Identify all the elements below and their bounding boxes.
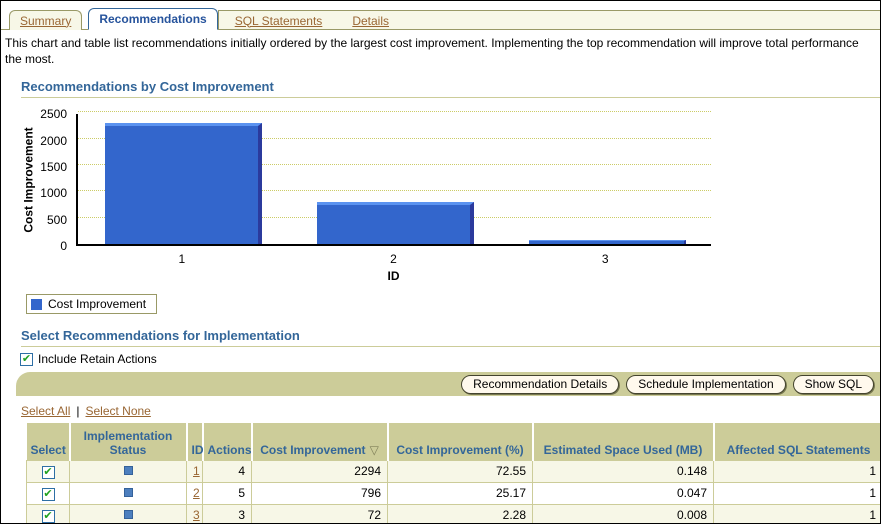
include-retain-label: Include Retain Actions <box>38 352 157 366</box>
recommendation-id-link[interactable]: 1 <box>193 464 200 478</box>
select-links-separator: | <box>76 404 79 418</box>
action-toolbar: Recommendation Details Schedule Implemen… <box>16 372 880 396</box>
column-header-label: Implementation Status <box>84 429 173 457</box>
estimated-space-value: 0.008 <box>533 504 714 524</box>
affected-sql-value: 1 <box>714 504 881 524</box>
table-row: ✔ 2579625.170.0471 <box>27 482 881 504</box>
recommendation-id-link[interactable]: 3 <box>193 508 200 522</box>
column-header-label: Cost Improvement (%) <box>396 443 523 457</box>
table-header: SelectImplementation StatusIDActionsCost… <box>27 423 881 460</box>
affected-sql-value: 1 <box>714 460 881 482</box>
tab-details[interactable]: Details <box>352 14 389 28</box>
include-retain-row: ✔ Include Retain Actions <box>20 352 880 366</box>
column-header-cost-improvement[interactable]: Cost Improvement (%) <box>388 423 533 460</box>
tab-summary[interactable]: Summary <box>9 10 82 30</box>
chart-section-rule <box>21 97 880 98</box>
chart-x-tick-label: 2 <box>349 252 439 266</box>
estimated-space-value: 0.148 <box>533 460 714 482</box>
chart-legend: Cost Improvement <box>26 294 157 314</box>
chart-bar <box>105 123 262 244</box>
column-header-label: ID <box>192 443 204 457</box>
column-header-affected-sql-statements[interactable]: Affected SQL Statements <box>714 423 881 460</box>
cost-improvement-value: 72 <box>252 504 388 524</box>
select-all-link[interactable]: Select All <box>21 404 70 418</box>
cost-improvement-value: 796 <box>252 482 388 504</box>
column-header-id[interactable]: ID <box>187 423 203 460</box>
chart-x-axis-title: ID <box>354 269 434 283</box>
column-header-label: Actions <box>208 443 252 457</box>
tab-sql-statements[interactable]: SQL Statements <box>235 14 323 28</box>
column-header-select[interactable]: Select <box>27 423 70 460</box>
chart-y-tick-label: 1000 <box>1 186 67 200</box>
table-row: ✔14229472.550.1481 <box>27 460 881 482</box>
tab-summary-label[interactable]: Summary <box>20 14 71 28</box>
actions-value: 5 <box>203 482 252 504</box>
tab-strip: SQL Statements Details <box>218 10 880 30</box>
cost-improvement-pct-value: 2.28 <box>388 504 533 524</box>
implementation-status-icon <box>124 466 133 475</box>
schedule-implementation-button[interactable]: Schedule Implementation <box>626 375 785 394</box>
chart-x-tick-label: 3 <box>560 252 650 266</box>
column-header-label: Affected SQL Statements <box>727 443 871 457</box>
actions-value: 3 <box>203 504 252 524</box>
column-header-estimated-space-used-mb[interactable]: Estimated Space Used (MB) <box>533 423 714 460</box>
actions-value: 4 <box>203 460 252 482</box>
page: Summary Recommendations SQL Statements D… <box>0 0 881 524</box>
chart-gridline <box>78 111 711 112</box>
cost-improvement-pct-value: 72.55 <box>388 460 533 482</box>
column-header-cost-improvement[interactable]: Cost Improvement ▽ <box>252 423 388 460</box>
bar-chart: Cost Improvement 05001000150020002500123… <box>1 104 880 292</box>
recommendation-id-link[interactable]: 2 <box>193 486 200 500</box>
recommendations-table: SelectImplementation StatusIDActionsCost… <box>26 423 881 524</box>
implementation-status-icon <box>124 510 133 519</box>
legend-label: Cost Improvement <box>48 297 146 311</box>
estimated-space-value: 0.047 <box>533 482 714 504</box>
select-section-rule <box>21 346 880 347</box>
column-header-label: Estimated Space Used (MB) <box>544 443 703 457</box>
chart-y-tick-label: 0 <box>1 239 67 253</box>
row-select-checkbox[interactable]: ✔ <box>42 466 55 479</box>
checkbox-check-icon: ✔ <box>43 511 52 522</box>
table-row: ✔33722.280.0081 <box>27 504 881 524</box>
tab-recommendations[interactable]: Recommendations <box>88 8 217 30</box>
checkbox-check-icon: ✔ <box>43 489 52 500</box>
column-header-implementation-status[interactable]: Implementation Status <box>70 423 187 460</box>
column-header-actions[interactable]: Actions <box>203 423 252 460</box>
column-header-label: Select <box>31 443 66 457</box>
legend-swatch-icon <box>31 299 42 310</box>
chart-bar <box>317 202 474 244</box>
tab-recommendations-label: Recommendations <box>99 12 206 26</box>
cost-improvement-pct-value: 25.17 <box>388 482 533 504</box>
chart-y-tick-label: 500 <box>1 213 67 227</box>
row-select-checkbox[interactable]: ✔ <box>42 488 55 501</box>
sort-desc-icon: ▽ <box>370 443 379 457</box>
include-retain-checkbox[interactable]: ✔ <box>20 353 33 366</box>
select-links: Select All | Select None <box>21 404 880 418</box>
page-description: This chart and table list recommendation… <box>5 36 873 67</box>
chart-y-tick-label: 2500 <box>1 107 67 121</box>
recommendation-details-button[interactable]: Recommendation Details <box>461 375 619 394</box>
chart-section-title: Recommendations by Cost Improvement <box>21 79 880 94</box>
select-none-link[interactable]: Select None <box>85 404 150 418</box>
row-select-checkbox[interactable]: ✔ <box>42 510 55 523</box>
chart-y-tick-label: 2000 <box>1 134 67 148</box>
checkbox-check-icon: ✔ <box>43 467 52 478</box>
cost-improvement-value: 2294 <box>252 460 388 482</box>
implementation-status-icon <box>124 488 133 497</box>
show-sql-button[interactable]: Show SQL <box>793 375 874 394</box>
chart-x-tick-label: 1 <box>137 252 227 266</box>
select-section-title: Select Recommendations for Implementatio… <box>21 328 880 343</box>
chart-y-tick-label: 1500 <box>1 160 67 174</box>
chart-bar <box>529 240 686 244</box>
tab-bar: Summary Recommendations SQL Statements D… <box>1 8 880 30</box>
column-header-label: Cost Improvement <box>260 443 365 457</box>
chart-plot <box>76 114 711 246</box>
affected-sql-value: 1 <box>714 482 881 504</box>
checkbox-check-icon: ✔ <box>22 354 31 365</box>
